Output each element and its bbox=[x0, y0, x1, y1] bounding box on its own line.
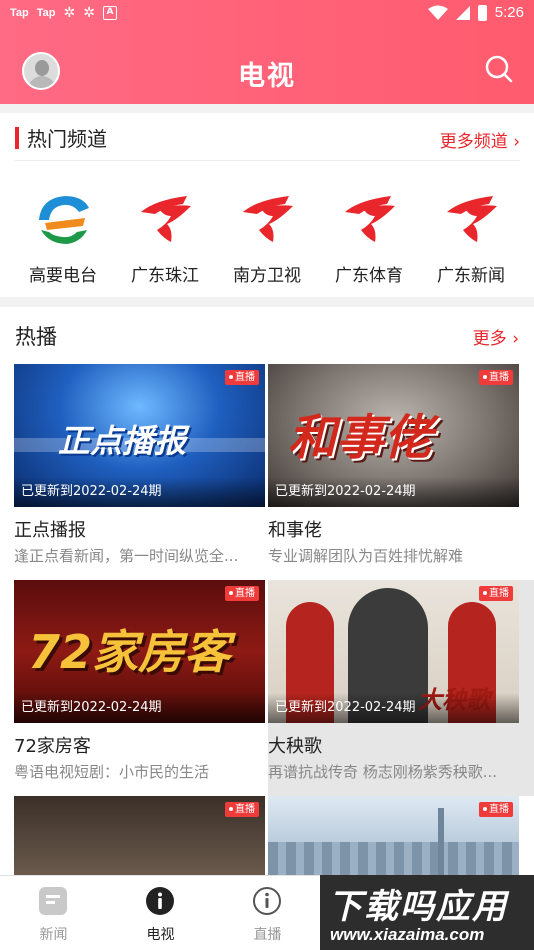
app-bar: 电视 bbox=[0, 46, 534, 96]
channels-title: 热门频道 bbox=[27, 127, 107, 151]
program-thumbnail: 正点播报 直播 已更新到2022-02-24期 bbox=[14, 364, 265, 507]
program-desc: 逢正点看新闻，第一时间纵览全... bbox=[14, 547, 239, 565]
section-accent-bar bbox=[15, 127, 19, 149]
live-badge: 直播 bbox=[225, 802, 259, 817]
hot-more-link[interactable]: 更多 › bbox=[473, 324, 519, 349]
status-bar: Tap Tap ✲ ✲ A 5:26 bbox=[0, 0, 534, 28]
channels-card: 热门频道 更多频道 › 高要电台 广东珠江 南方卫视 广东体育 广东新闻 bbox=[0, 113, 534, 297]
channel-item[interactable]: 广东新闻 bbox=[420, 185, 522, 286]
battery-icon bbox=[477, 4, 487, 21]
channels-header: 热门频道 更多频道 › bbox=[15, 113, 520, 161]
thumbnail-title: 72家房客 bbox=[28, 625, 231, 679]
skyline-shape bbox=[268, 842, 519, 876]
thumbnail-title: 正点播报 bbox=[58, 422, 187, 460]
sync-icon: ✲ bbox=[83, 5, 95, 21]
channel-name: 高要电台 bbox=[29, 266, 97, 286]
tap-notification-icon: Tap bbox=[10, 7, 29, 19]
program-card[interactable]: 72家房客 直播 已更新到2022-02-24期 72家房客 粤语电视短剧：小市… bbox=[14, 580, 265, 781]
hot-card: 热播 更多 › 正点播报 直播 已更新到2022-02-24期 正点播报 逢正点… bbox=[0, 307, 534, 876]
channel-item[interactable]: 高要电台 bbox=[12, 185, 114, 286]
program-thumbnail: 直播 bbox=[14, 796, 265, 876]
program-name: 72家房客 bbox=[14, 736, 91, 757]
tower-shape bbox=[438, 808, 444, 876]
update-label: 已更新到2022-02-24期 bbox=[14, 693, 265, 723]
header-background: Tap Tap ✲ ✲ A 5:26 电视 bbox=[0, 0, 534, 104]
tap-notification-icon: Tap bbox=[36, 7, 56, 19]
watermark-logo: 下载吗应用 www.xiazaima.com bbox=[320, 875, 534, 950]
live-info-icon bbox=[253, 887, 281, 915]
search-icon[interactable] bbox=[484, 54, 514, 84]
page-title: 电视 bbox=[238, 61, 296, 92]
nav-item-tv[interactable]: 电视 bbox=[107, 876, 214, 950]
gdtv-logo-icon bbox=[243, 196, 293, 242]
program-name: 大秧歌 bbox=[268, 736, 322, 757]
update-label: 已更新到2022-02-24期 bbox=[268, 477, 519, 507]
channel-name: 广东珠江 bbox=[131, 266, 199, 286]
nav-label: 电视 bbox=[146, 927, 175, 943]
program-name: 和事佬 bbox=[268, 520, 322, 541]
program-thumbnail: 72家房客 直播 已更新到2022-02-24期 bbox=[14, 580, 265, 723]
nav-item-news[interactable]: 新闻 bbox=[0, 876, 107, 950]
hot-title: 热播 bbox=[15, 325, 57, 349]
app-screen: Tap Tap ✲ ✲ A 5:26 电视 热门频道 更多频道 › 高要电台 广… bbox=[0, 0, 534, 950]
gaoyao-logo-icon bbox=[37, 193, 91, 245]
program-thumbnail: 大秧歌 直播 已更新到2022-02-24期 bbox=[268, 580, 519, 723]
program-name: 正点播报 bbox=[14, 520, 86, 541]
channel-name: 广东新闻 bbox=[437, 266, 505, 286]
program-thumbnail: 直播 bbox=[268, 796, 519, 876]
program-card[interactable]: 大秧歌 直播 已更新到2022-02-24期 大秧歌 再谱抗战传奇 杨志刚杨紫秀… bbox=[268, 580, 534, 796]
gdtv-logo-icon bbox=[141, 196, 191, 242]
program-desc: 专业调解团队为百姓排忧解难 bbox=[268, 547, 464, 565]
wifi-icon bbox=[427, 5, 448, 20]
sync-icon: ✲ bbox=[63, 5, 76, 21]
news-icon bbox=[39, 887, 67, 915]
program-thumbnail: 和事佬 直播 已更新到2022-02-24期 bbox=[268, 364, 519, 507]
channel-list: 高要电台 广东珠江 南方卫视 广东体育 广东新闻 bbox=[12, 185, 522, 286]
program-card[interactable]: 直播 bbox=[14, 796, 265, 876]
program-card[interactable]: 正点播报 直播 已更新到2022-02-24期 正点播报 逢正点看新闻，第一时间… bbox=[14, 364, 265, 565]
nav-label: 新闻 bbox=[39, 927, 68, 943]
live-badge: 直播 bbox=[225, 370, 259, 385]
nav-item-live[interactable]: 直播 bbox=[214, 876, 321, 950]
live-badge: 直播 bbox=[479, 370, 513, 385]
tv-info-icon bbox=[146, 887, 174, 915]
program-card[interactable]: 直播 bbox=[268, 796, 519, 876]
nav-label: 直播 bbox=[253, 927, 282, 943]
a-notification-icon: A bbox=[102, 6, 117, 20]
channel-item[interactable]: 南方卫视 bbox=[216, 185, 318, 286]
watermark-url: www.xiazaima.com bbox=[330, 925, 485, 944]
status-time: 5:26 bbox=[494, 4, 524, 21]
channel-item[interactable]: 广东珠江 bbox=[114, 185, 216, 286]
live-badge: 直播 bbox=[479, 586, 513, 601]
program-desc: 粤语电视短剧：小市民的生活 bbox=[14, 763, 210, 781]
signal-icon bbox=[455, 5, 470, 20]
divider bbox=[15, 160, 520, 161]
channel-name: 广东体育 bbox=[335, 266, 403, 286]
more-channels-link[interactable]: 更多频道 › bbox=[440, 127, 520, 152]
watermark-text: 下载吗应用 bbox=[328, 887, 508, 927]
update-label: 已更新到2022-02-24期 bbox=[14, 477, 265, 507]
program-card[interactable]: 和事佬 直播 已更新到2022-02-24期 和事佬 专业调解团队为百姓排忧解难 bbox=[268, 364, 519, 565]
live-badge: 直播 bbox=[225, 586, 259, 601]
thumbnail-title: 和事佬 bbox=[288, 410, 433, 466]
gdtv-logo-icon bbox=[345, 196, 395, 242]
channel-name: 南方卫视 bbox=[233, 266, 301, 286]
update-label: 已更新到2022-02-24期 bbox=[268, 693, 519, 723]
program-desc: 再谱抗战传奇 杨志刚杨紫秀秧歌... bbox=[268, 763, 498, 781]
gdtv-logo-icon bbox=[447, 196, 497, 242]
live-badge: 直播 bbox=[479, 802, 513, 817]
channel-item[interactable]: 广东体育 bbox=[318, 185, 420, 286]
